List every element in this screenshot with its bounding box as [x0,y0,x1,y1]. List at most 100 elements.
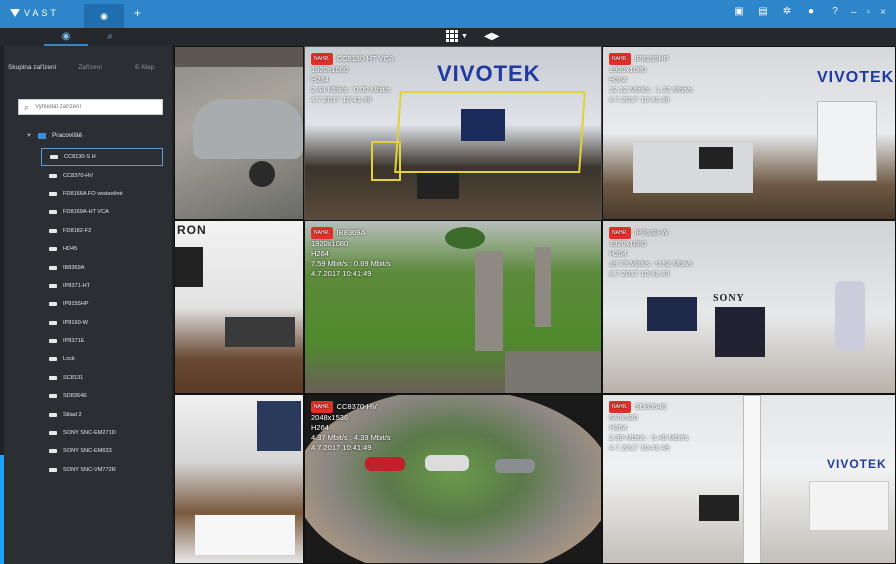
desk-monitor [417,173,459,199]
camera-list-item[interactable]: IP8371-HT [41,277,163,295]
video-tile-8[interactable]: NAHR. CC8370-HV 2048x1536 H264 4.37 Mbit/… [304,394,602,564]
pillar [743,395,761,563]
tree-root-node[interactable]: ▼ Pracoviště [26,132,82,139]
chevron-down-icon: ▼ [461,32,468,40]
camera-name: IB8369A [63,264,85,271]
osd-bitrate: 7.59 Mbit/s : 0.69 Mbit/s [311,259,391,268]
maximize-button[interactable]: ▫ [867,7,871,18]
tab-devices[interactable]: Zařízení [63,60,118,76]
video-tile-5[interactable]: NAHR. IB8369A 1920x1080 H264 7.59 Mbit/s … [304,220,602,394]
tab-search[interactable]: ⌕ [88,28,132,46]
video-tile-6[interactable]: SONY NAHR. IP8160-W 1920x1080 H264 18.73 … [602,220,896,394]
sony-logo: SONY [713,293,745,304]
camera-list-item[interactable]: Sklad 2 [41,405,163,423]
gear-icon[interactable]: ✲ [782,7,792,17]
osd-codec: H264 [311,75,329,84]
rec-badge: NAHR. [311,227,333,239]
camera-name: SD8364E [63,393,87,400]
brand-name: VAST [24,8,59,18]
chart-icon[interactable]: ▤ [758,7,768,17]
brand-sign: RON [177,223,207,237]
wall-display [817,101,877,181]
rec-badge: NAHR. [609,227,631,239]
camera-list-item[interactable]: SONY SNC-EM271D [41,424,163,442]
camera-list-item[interactable]: IP8371E [41,332,163,350]
sidebar-tabs: Skupina zařízení Zařízení E-Map [4,60,172,76]
camera-list-item[interactable]: FD8182-F2 [41,222,163,240]
export-icon[interactable]: ▣ [734,7,744,17]
camera-list-item[interactable]: SONY SNC-EM633 [41,442,163,460]
tree-root-label: Pracoviště [51,132,83,139]
camera-icon [49,412,57,417]
osd-timestamp: 4.7.2017 10:41:49 [609,443,670,452]
tile-osd: NAHR. SD8364E 640x480 H264 2.99 Mbit/s : … [609,401,689,453]
wall-shape [175,47,303,67]
camera-name: IP8371E [63,338,85,345]
camera-list-item[interactable]: Lock [41,350,163,368]
camera-icon [49,228,57,233]
close-button[interactable]: × [880,7,886,18]
camera-list-item[interactable]: SC8131 [41,369,163,387]
camera-list-item[interactable]: CC8370-HV [41,166,163,184]
help-icon[interactable]: ? [830,7,840,17]
video-tile-4[interactable]: RON [174,220,304,394]
camera-name: SONY SNC-EM271D [63,430,116,437]
tab-device-groups[interactable]: Skupina zařízení [4,60,63,76]
osd-codec: H264 [311,249,329,258]
camera-list-item[interactable]: IP8155HP [41,295,163,313]
tile-osd: NAHR. CC8130-HT VCA 1920x1080 H264 2.44 M… [311,53,394,105]
camera-list-item[interactable]: FD8169A-HT VCA [41,203,163,221]
camera-icon [49,394,57,399]
add-tab-button[interactable]: + [134,6,141,20]
osd-resolution: 1920x1080 [311,65,349,74]
device-search-input[interactable] [35,101,155,113]
vivotek-logo: VIVOTEK [817,69,895,86]
minimize-button[interactable]: – [851,7,857,18]
camera-name: FD8182-F2 [63,227,92,234]
video-tile-9[interactable]: VIVOTEK NAHR. SD8364E 640x480 H264 2.99 M… [602,394,896,564]
camera-list-item[interactable]: IP8160-W [41,314,163,332]
bush [445,227,485,249]
wall-tv [175,247,203,287]
user-icon[interactable]: ● [806,7,816,17]
camera-name: CC8130-S H [64,154,96,161]
camera-icon: ◉ [61,31,71,42]
camera-list-item[interactable]: FD8166A FO vestavěné [41,185,163,203]
monitor [699,147,733,169]
tab-emap[interactable]: E-Map [117,60,172,76]
device-search-box[interactable]: ⌕ [18,99,163,115]
gate-pillar [475,251,503,351]
vivotek-logo: VIVOTEK [827,457,887,471]
video-tile-1[interactable] [174,46,304,220]
sequence-button[interactable]: ◀▶ [484,31,499,42]
camera-icon [49,339,57,344]
camera-label: IP8165HP [634,53,669,63]
tab-device-tree[interactable]: ◉ [44,28,88,46]
video-tile-3[interactable]: VIVOTEK NAHR. IP8165HP 1920x1080 H264 12.… [602,46,896,220]
camera-list-item[interactable]: SONY SNC-VM772R [41,461,163,479]
video-tile-7[interactable] [174,394,304,564]
osd-resolution: 640x480 [609,413,638,422]
camera-list-item[interactable]: HD45 [41,240,163,258]
tile-osd: NAHR. CC8370-HV 2048x1536 H264 4.37 Mbit/… [311,401,391,453]
brand-logo[interactable]: VAST [10,8,59,18]
camera-icon [49,191,57,196]
tab-live-view[interactable]: ◉ [84,4,124,28]
camera-list-item[interactable]: IB8369A [41,258,163,276]
rec-badge: NAHR. [609,53,631,65]
osd-bitrate: 18.73 Mbit/s : 0.52 Mbit/s [609,259,693,268]
video-tile-2[interactable]: VIVOTEK NAHR. CC8130-HT VCA 1920x1080 H26… [304,46,602,220]
layout-button[interactable]: ▼ [446,30,468,42]
shelf [809,481,889,531]
red-car [365,457,405,471]
search-icon: ⌕ [107,31,113,42]
camera-list-item[interactable]: CC8130-S H [41,148,163,167]
camera-icon [49,302,57,307]
chevron-down-icon[interactable]: ▼ [26,133,32,139]
camera-icon [49,247,57,252]
counter [633,143,753,193]
camera-label: IP8160-W [634,227,668,237]
camera-label: CC8370-HV [336,401,377,411]
camera-list-item[interactable]: SD8364E [41,387,163,405]
window-controls: – ▫ × [851,7,886,18]
